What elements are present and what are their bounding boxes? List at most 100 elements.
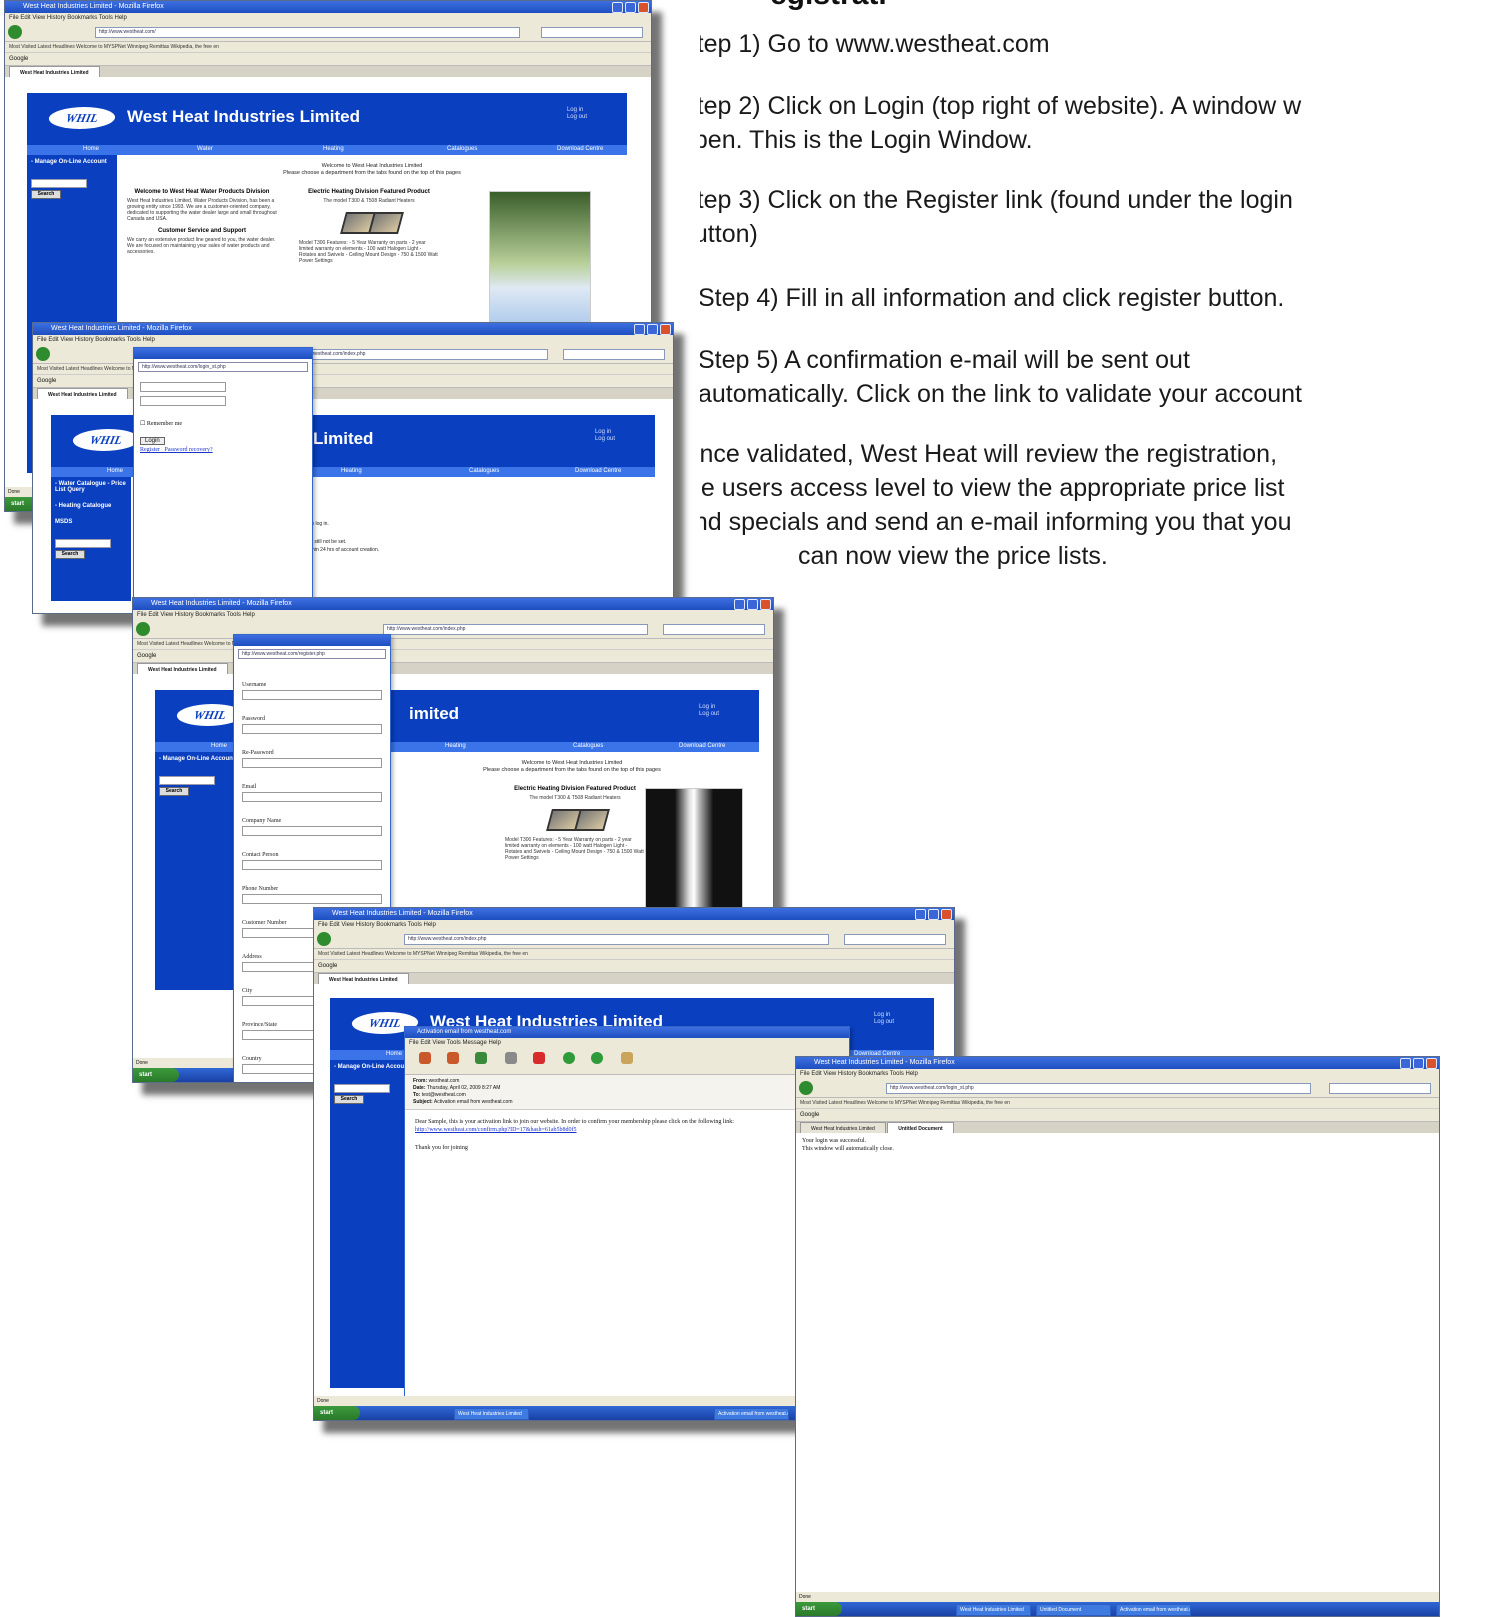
start-button[interactable]: start <box>314 1406 360 1420</box>
close-icon[interactable] <box>660 324 671 335</box>
taskbar-item-email[interactable]: Activation email from westheat.com <box>714 1408 789 1420</box>
sidebar-water-catalogue[interactable]: - Water Catalogue - Price List Query <box>55 481 127 493</box>
email-menu: File Edit View Tools Message Help <box>405 1038 849 1048</box>
reply-icon[interactable] <box>419 1052 431 1064</box>
close-icon[interactable] <box>638 2 649 13</box>
back-icon[interactable] <box>317 932 331 946</box>
menu-home[interactable]: Home <box>107 468 123 474</box>
menu-download[interactable]: Download Centre <box>575 468 621 474</box>
logout-link[interactable]: Log out <box>874 1019 894 1026</box>
previous-icon[interactable] <box>563 1052 575 1064</box>
water-body: West Heat Industries Limited, Water Prod… <box>127 198 277 222</box>
sidebar-search-input[interactable] <box>159 776 215 785</box>
menu-bar: File Edit View History Bookmarks Tools H… <box>5 13 651 23</box>
address-bar[interactable]: http://www.westheat.com/ <box>95 27 520 38</box>
email-to: test@westheat.com <box>421 1092 466 1098</box>
westheat-logo[interactable]: WHIL <box>46 107 118 129</box>
window-titlebar: West Heat Industries Limited - Mozilla F… <box>796 1057 1439 1069</box>
sidebar-search-button[interactable]: Search <box>31 190 61 199</box>
register-input-password[interactable] <box>242 724 382 734</box>
remember-me-checkbox[interactable]: ☐ Remember me <box>140 420 306 427</box>
activation-link[interactable]: http://www.westheat.com/confirm.php?ID=1… <box>415 1126 839 1134</box>
westheat-logo[interactable]: WHIL <box>70 429 142 451</box>
next-icon[interactable] <box>591 1052 603 1064</box>
address-bar[interactable]: http://www.westheat.com/index.php <box>383 624 648 635</box>
menu-home[interactable]: Home <box>386 1051 402 1057</box>
logout-link[interactable]: Log out <box>595 436 615 443</box>
password-input[interactable] <box>140 396 226 406</box>
login-link[interactable]: Log in <box>874 1012 894 1019</box>
window-titlebar: West Heat Industries Limited - Mozilla F… <box>33 323 673 335</box>
taskbar-item-untitled[interactable]: Untitled Document <box>1036 1604 1111 1616</box>
search-input[interactable] <box>1329 1083 1431 1094</box>
sidebar-search-input[interactable] <box>31 179 87 188</box>
register-input-phone-number[interactable] <box>242 894 382 904</box>
password-recovery-link[interactable]: Password recovery? <box>165 447 213 453</box>
heating-title: Electric Heating Division Featured Produ… <box>308 189 430 195</box>
step-2-cont: open. This is the Login Window. <box>700 126 1033 154</box>
close-icon[interactable] <box>1426 1058 1437 1069</box>
taskbar-item-email[interactable]: Activation email from westheat.com <box>1116 1604 1191 1616</box>
register-input-company-name[interactable] <box>242 826 382 836</box>
step-5: Step 5) A confirmation e-mail will be se… <box>700 346 1190 374</box>
back-icon[interactable] <box>36 347 50 361</box>
logout-link[interactable]: Log out <box>699 711 719 718</box>
logout-link[interactable]: Log out <box>567 114 587 121</box>
login-link[interactable]: Log in <box>567 107 587 114</box>
login-link[interactable]: Log in <box>595 429 615 436</box>
sidebar-heating-catalogue[interactable]: - Heating Catalogue <box>55 503 127 509</box>
back-icon[interactable] <box>799 1081 813 1095</box>
search-input[interactable] <box>844 934 946 945</box>
menu-home[interactable]: Home <box>211 743 227 749</box>
sidebar-search-button[interactable]: Search <box>334 1095 364 1104</box>
search-input[interactable] <box>663 624 765 635</box>
menu-catalogues[interactable]: Catalogues <box>469 468 499 474</box>
menu-water[interactable]: Water <box>197 146 213 152</box>
close-icon[interactable] <box>760 599 771 610</box>
taskbar-item-firefox[interactable]: West Heat Industries Limited <box>956 1604 1031 1616</box>
menu-heating[interactable]: Heating <box>341 468 362 474</box>
menu-bar: File Edit View History Bookmarks Tools H… <box>33 335 673 345</box>
sidebar-search-input[interactable] <box>55 539 111 548</box>
register-link[interactable]: Register <box>140 447 160 453</box>
close-icon[interactable] <box>941 909 952 920</box>
step-5-cont: automatically. Click on the link to vali… <box>700 380 1303 408</box>
delete-icon[interactable] <box>533 1052 545 1064</box>
back-icon[interactable] <box>8 25 22 39</box>
register-input-re-password[interactable] <box>242 758 382 768</box>
sidebar-search-button[interactable]: Search <box>159 787 189 796</box>
start-button[interactable]: start <box>133 1068 179 1082</box>
menu-heating[interactable]: Heating <box>323 146 344 152</box>
search-input[interactable] <box>541 27 643 38</box>
sidebar-search-button[interactable]: Search <box>55 550 85 559</box>
login-link[interactable]: Log in <box>699 704 719 711</box>
email-window: Activation email from westheat.com File … <box>404 1026 850 1398</box>
search-input[interactable] <box>563 349 665 360</box>
menu-home[interactable]: Home <box>83 146 99 152</box>
username-input[interactable] <box>140 382 226 392</box>
taskbar-item-firefox[interactable]: West Heat Industries Limited <box>454 1408 529 1420</box>
menu-catalogues[interactable]: Catalogues <box>447 146 477 152</box>
register-input-contact-person[interactable] <box>242 860 382 870</box>
print-icon[interactable] <box>505 1052 517 1064</box>
start-button[interactable]: start <box>796 1602 842 1616</box>
menu-download[interactable]: Download Centre <box>679 743 725 749</box>
menu-catalogues[interactable]: Catalogues <box>573 743 603 749</box>
register-input-email[interactable] <box>242 792 382 802</box>
address-bar[interactable]: http://www.westheat.com/index.php <box>283 349 548 360</box>
address-bar[interactable]: http://www.westheat.com/login_st.php <box>886 1083 1311 1094</box>
address-bar[interactable]: http://www.westheat.com/index.php <box>404 934 829 945</box>
forward-icon[interactable] <box>475 1052 487 1064</box>
back-icon[interactable] <box>136 622 150 636</box>
menu-download[interactable]: Download Centre <box>557 146 603 152</box>
login-button[interactable]: Login <box>140 437 165 445</box>
sidebar-search-input[interactable] <box>334 1084 390 1093</box>
email-toolbar <box>405 1048 849 1075</box>
reply-all-icon[interactable] <box>447 1052 459 1064</box>
register-input-username[interactable] <box>242 690 382 700</box>
menu-heating[interactable]: Heating <box>445 743 466 749</box>
register-label-password: Password <box>242 716 266 722</box>
sidebar-msds[interactable]: MSDS <box>55 519 127 525</box>
sidebar-manage-account[interactable]: - Manage On-Line Account <box>31 159 121 165</box>
addresses-icon[interactable] <box>621 1052 633 1064</box>
